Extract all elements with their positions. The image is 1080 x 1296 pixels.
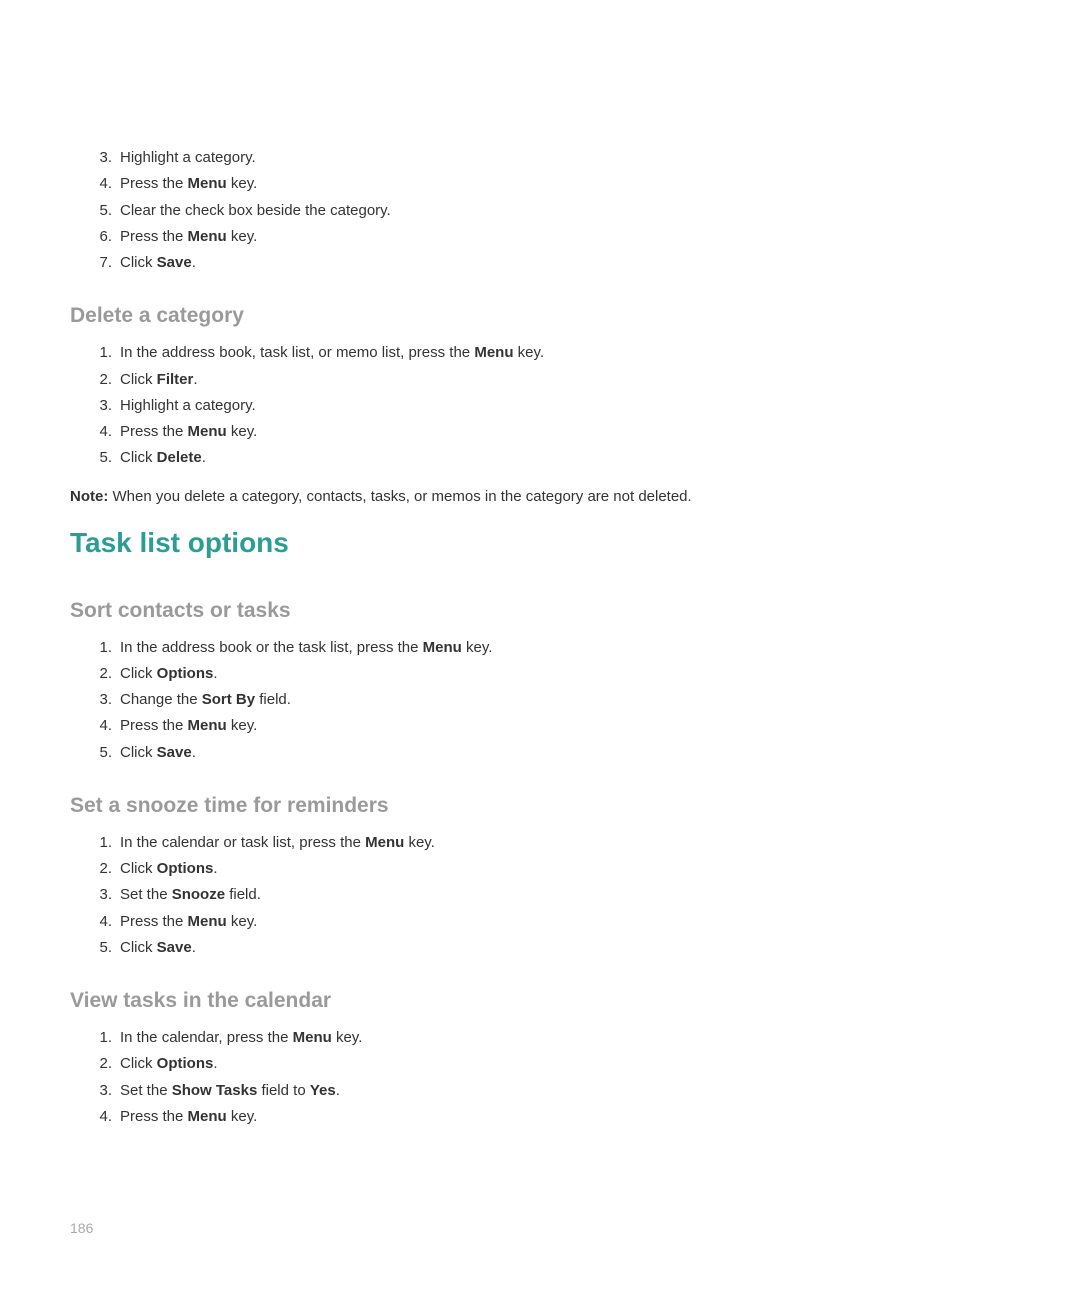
step-item: 3.Highlight a category. xyxy=(100,393,1010,419)
note-label: Note: xyxy=(70,488,108,505)
step-number: 2. xyxy=(84,856,112,882)
bold-term: Menu xyxy=(365,834,404,851)
bold-term: Menu xyxy=(423,639,462,656)
step-item: 4.Press the Menu key. xyxy=(100,419,1010,445)
sort-contacts-steps: 1.In the address book or the task list, … xyxy=(100,635,1010,766)
step-number: 5. xyxy=(84,740,112,766)
bold-term: Save xyxy=(157,744,192,761)
step-item: 3.Change the Sort By field. xyxy=(100,687,1010,713)
step-item: 4.Press the Menu key. xyxy=(100,909,1010,935)
step-number: 7. xyxy=(84,250,112,276)
page-number: 186 xyxy=(70,1220,93,1236)
step-number: 1. xyxy=(84,1025,112,1051)
step-item: 3.Set the Snooze field. xyxy=(100,882,1010,908)
step-item: 2.Click Options. xyxy=(100,661,1010,687)
bold-term: Options xyxy=(157,1055,214,1072)
bold-term: Delete xyxy=(157,449,202,466)
step-item: 3.Highlight a category. xyxy=(100,145,1010,171)
heading-task-list-options: Task list options xyxy=(70,527,1010,559)
bold-term: Menu xyxy=(188,423,227,440)
step-item: 4.Press the Menu key. xyxy=(100,713,1010,739)
step-number: 5. xyxy=(84,935,112,961)
heading-view-tasks: View tasks in the calendar xyxy=(70,989,1010,1013)
bold-term: Show Tasks xyxy=(172,1082,258,1099)
bold-term: Menu xyxy=(188,913,227,930)
bold-term: Menu xyxy=(474,344,513,361)
step-number: 4. xyxy=(84,1104,112,1130)
note-delete-category: Note: When you delete a category, contac… xyxy=(70,488,1010,505)
step-item: 2.Click Options. xyxy=(100,856,1010,882)
step-item: 1.In the calendar or task list, press th… xyxy=(100,830,1010,856)
step-number: 2. xyxy=(84,367,112,393)
step-number: 3. xyxy=(84,145,112,171)
step-item: 5.Click Delete. xyxy=(100,445,1010,471)
step-number: 1. xyxy=(84,830,112,856)
bold-term: Filter xyxy=(157,371,194,388)
step-number: 1. xyxy=(84,635,112,661)
step-number: 5. xyxy=(84,198,112,224)
bold-term: Menu xyxy=(293,1029,332,1046)
delete-category-steps: 1.In the address book, task list, or mem… xyxy=(100,340,1010,471)
bold-term: Menu xyxy=(188,1108,227,1125)
step-item: 5.Clear the check box beside the categor… xyxy=(100,198,1010,224)
view-tasks-steps: 1.In the calendar, press the Menu key.2.… xyxy=(100,1025,1010,1130)
note-text: When you delete a category, contacts, ta… xyxy=(108,488,691,505)
heading-sort-contacts: Sort contacts or tasks xyxy=(70,599,1010,623)
step-number: 6. xyxy=(84,224,112,250)
step-number: 3. xyxy=(84,882,112,908)
snooze-time-steps: 1.In the calendar or task list, press th… xyxy=(100,830,1010,961)
step-number: 4. xyxy=(84,713,112,739)
step-number: 2. xyxy=(84,661,112,687)
step-item: 5.Click Save. xyxy=(100,740,1010,766)
bold-term: Menu xyxy=(188,228,227,245)
step-item: 2.Click Options. xyxy=(100,1051,1010,1077)
step-number: 5. xyxy=(84,445,112,471)
intro-steps-list: 3.Highlight a category.4.Press the Menu … xyxy=(100,145,1010,276)
step-number: 3. xyxy=(84,1078,112,1104)
bold-term: Menu xyxy=(188,175,227,192)
step-item: 1.In the address book or the task list, … xyxy=(100,635,1010,661)
bold-term: Sort By xyxy=(202,691,255,708)
step-item: 7.Click Save. xyxy=(100,250,1010,276)
step-item: 2.Click Filter. xyxy=(100,367,1010,393)
step-number: 4. xyxy=(84,909,112,935)
step-number: 3. xyxy=(84,687,112,713)
bold-term: Snooze xyxy=(172,886,225,903)
heading-snooze-time: Set a snooze time for reminders xyxy=(70,794,1010,818)
bold-term: Options xyxy=(157,860,214,877)
step-item: 3.Set the Show Tasks field to Yes. xyxy=(100,1078,1010,1104)
bold-term: Menu xyxy=(188,717,227,734)
step-number: 1. xyxy=(84,340,112,366)
heading-delete-category: Delete a category xyxy=(70,304,1010,328)
step-item: 1.In the address book, task list, or mem… xyxy=(100,340,1010,366)
bold-term: Options xyxy=(157,665,214,682)
step-item: 5.Click Save. xyxy=(100,935,1010,961)
step-item: 4.Press the Menu key. xyxy=(100,171,1010,197)
step-item: 1.In the calendar, press the Menu key. xyxy=(100,1025,1010,1051)
step-number: 4. xyxy=(84,171,112,197)
step-number: 4. xyxy=(84,419,112,445)
step-item: 4.Press the Menu key. xyxy=(100,1104,1010,1130)
step-number: 3. xyxy=(84,393,112,419)
step-item: 6.Press the Menu key. xyxy=(100,224,1010,250)
bold-term: Save xyxy=(157,939,192,956)
bold-term: Yes xyxy=(310,1082,336,1099)
bold-term: Save xyxy=(157,254,192,271)
step-number: 2. xyxy=(84,1051,112,1077)
